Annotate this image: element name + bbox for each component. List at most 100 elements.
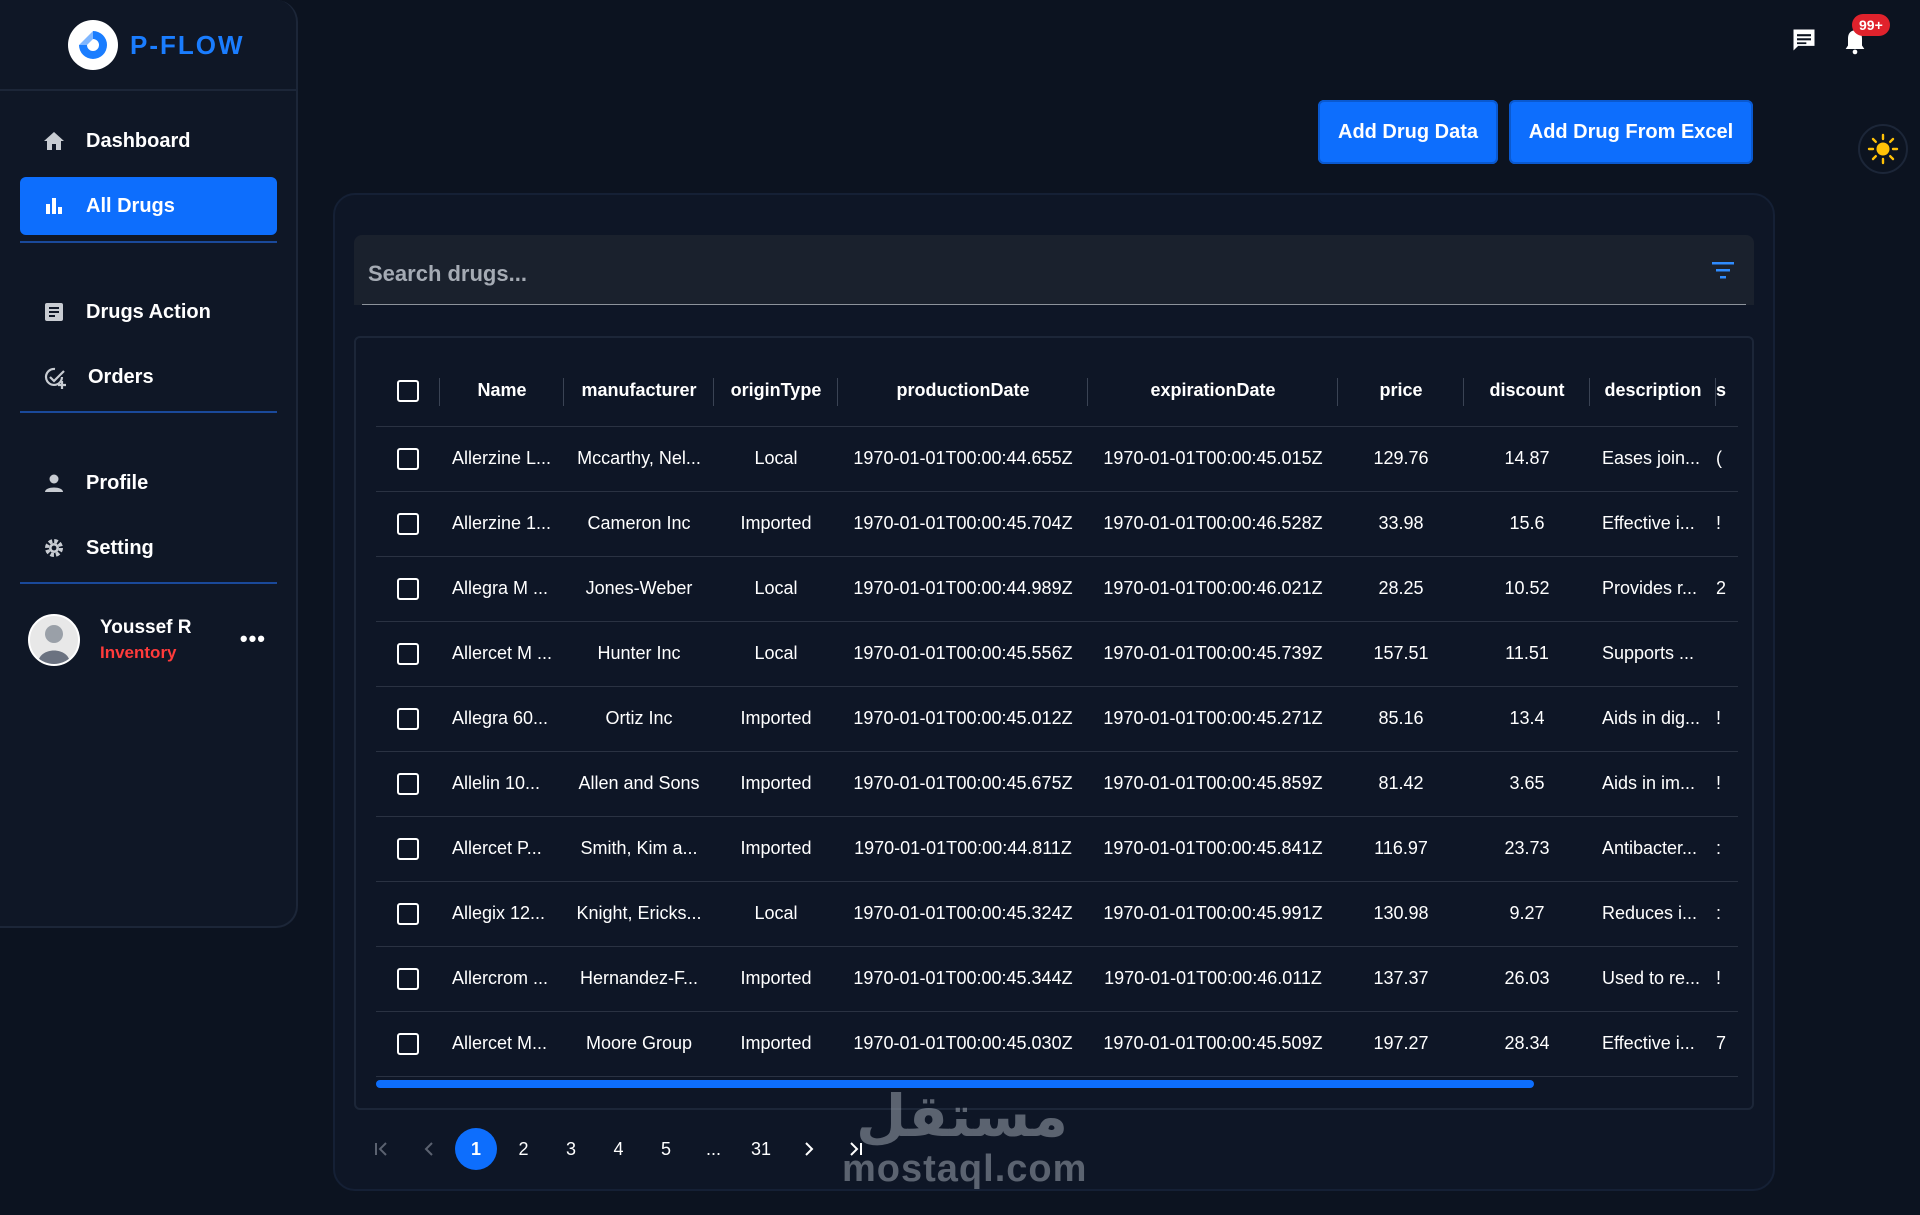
sidebar-item-setting[interactable]: Setting [20, 519, 277, 577]
column-header-origin-type[interactable]: originType [714, 356, 838, 426]
bar-chart-icon [46, 198, 62, 214]
row-checkbox[interactable] [397, 1032, 419, 1055]
column-header-description[interactable]: description [1590, 356, 1716, 426]
sidebar: P-FLOW Dashboard All Drugs Drugs Action … [0, 0, 298, 928]
table-row[interactable]: Allercet M ... Hunter Inc Local 1970-01-01T… [376, 621, 1738, 686]
cell-price: 85.16 [1378, 708, 1424, 728]
cell-truncated: ! [1716, 968, 1722, 988]
table-row[interactable]: Allercrom ... Hernandez-F... Imported 1970-… [376, 946, 1738, 1011]
page-button[interactable]: 31 [740, 1128, 782, 1170]
row-checkbox[interactable] [397, 837, 419, 860]
table-header-row: Name manufacturer originType productionD… [376, 356, 1738, 426]
cell-origin-type: Local [754, 448, 798, 468]
first-page-icon [375, 1142, 387, 1156]
table-row[interactable]: Allegra M ... Jones-Weber Local 1970-01-01T… [376, 556, 1738, 621]
cell-production-date: 1970-01-01T00:00:45.556Z [853, 643, 1073, 663]
cell-name: Allegra 60... [452, 708, 549, 728]
row-select-cell [376, 1011, 440, 1076]
row-select-cell [376, 881, 440, 946]
cell-production-date: 1970-01-01T00:00:45.344Z [853, 968, 1073, 988]
cell-origin-type: Imported [740, 1033, 812, 1054]
cell-truncated: 7 [1716, 1033, 1727, 1054]
add-drug-excel-button[interactable]: Add Drug From Excel [1509, 100, 1753, 164]
page-button[interactable]: 2 [503, 1128, 545, 1170]
cell-description: Aids in im... [1602, 773, 1696, 793]
cell-production-date: 1970-01-01T00:00:45.012Z [853, 708, 1073, 728]
first-page-button[interactable] [360, 1128, 402, 1170]
cell-origin-type: Imported [740, 968, 812, 988]
row-select-cell [376, 686, 440, 751]
row-checkbox[interactable] [397, 512, 419, 535]
cell-description: Effective i... [1602, 1033, 1695, 1054]
sidebar-item-all-drugs[interactable]: All Drugs [20, 177, 277, 235]
row-select-cell [376, 491, 440, 556]
page-button[interactable]: 1 [455, 1128, 497, 1170]
cell-discount: 9.27 [1509, 903, 1545, 923]
table-row[interactable]: Allercet P... Smith, Kim a... Imported 1970… [376, 816, 1738, 881]
row-checkbox[interactable] [397, 902, 419, 925]
search-input[interactable] [368, 257, 1668, 291]
table-row[interactable]: Allercet M... Moore Group Imported 1970-01-… [376, 1011, 1738, 1076]
page-button[interactable]: 4 [598, 1128, 640, 1170]
person-icon [45, 474, 63, 492]
table-row[interactable]: Allegix 12... Knight, Ericks... Local 1970-… [376, 881, 1738, 946]
cell-name: Allercet M ... [452, 643, 553, 663]
horizontal-scrollbar[interactable] [376, 1080, 1534, 1088]
add-drug-data-button[interactable]: Add Drug Data [1318, 100, 1498, 164]
cell-discount: 23.73 [1504, 838, 1550, 858]
prev-page-button[interactable] [408, 1128, 450, 1170]
cell-expiration-date: 1970-01-01T00:00:45.015Z [1103, 448, 1323, 468]
cell-expiration-date: 1970-01-01T00:00:46.011Z [1104, 968, 1322, 988]
theme-toggle[interactable] [1858, 124, 1908, 174]
cell-origin-type: Imported [740, 513, 812, 533]
row-checkbox[interactable] [397, 967, 419, 990]
chat-icon[interactable] [1790, 26, 1818, 54]
next-page-button[interactable] [788, 1128, 830, 1170]
row-checkbox[interactable] [397, 447, 419, 470]
home-icon [44, 132, 64, 150]
row-checkbox[interactable] [397, 772, 419, 795]
filter-icon[interactable] [1710, 259, 1736, 281]
column-header-price[interactable]: price [1338, 356, 1464, 426]
nav-separator [20, 241, 277, 243]
cell-expiration-date: 1970-01-01T00:00:45.271Z [1103, 708, 1323, 728]
app-logo[interactable]: P-FLOW [68, 20, 245, 70]
sidebar-item-drugs-action[interactable]: Drugs Action [20, 283, 277, 341]
last-page-button[interactable] [835, 1128, 877, 1170]
page-button[interactable]: 3 [550, 1128, 592, 1170]
row-checkbox[interactable] [397, 707, 419, 730]
cell-origin-type: Imported [740, 773, 812, 793]
sidebar-item-orders[interactable]: Orders [20, 348, 277, 406]
column-header-manufacturer[interactable]: manufacturer [564, 356, 714, 426]
table-row[interactable]: Allerzine 1... Cameron Inc Imported 1970-01… [376, 491, 1738, 556]
row-checkbox[interactable] [397, 577, 419, 600]
cell-discount: 10.52 [1504, 578, 1550, 598]
table-row[interactable]: Allegra 60... Ortiz Inc Imported 1970-01-01… [376, 686, 1738, 751]
cell-truncated: ! [1716, 708, 1722, 728]
cell-truncated: ( [1716, 448, 1722, 468]
avatar[interactable] [28, 614, 80, 666]
cell-name: Allelin 10... [452, 773, 541, 793]
sidebar-item-label: Profile [86, 471, 149, 494]
table-row[interactable]: Allerzine L... Mccarthy, Nel... Local 1970-… [376, 426, 1738, 491]
page-button[interactable]: 5 [645, 1128, 687, 1170]
column-header-production-date[interactable]: productionDate [838, 356, 1088, 426]
cell-truncated: ! [1716, 773, 1722, 793]
table-row[interactable]: Allelin 10... Allen and Sons Imported 1970-… [376, 751, 1738, 816]
cell-description: Antibacter... [1602, 838, 1698, 858]
user-more-button[interactable]: ••• [240, 626, 266, 652]
sidebar-item-profile[interactable]: Profile [20, 454, 277, 512]
cell-discount: 3.65 [1509, 773, 1545, 793]
cell-name: Allerzine 1... [452, 513, 552, 533]
column-header-truncated[interactable]: s [1716, 356, 1738, 426]
column-header-discount[interactable]: discount [1464, 356, 1590, 426]
select-all-checkbox[interactable] [397, 379, 419, 402]
column-header-name[interactable]: Name [440, 356, 564, 426]
cell-manufacturer: Cameron Inc [587, 513, 691, 533]
sidebar-item-dashboard[interactable]: Dashboard [20, 112, 277, 170]
search-underline [362, 304, 1746, 305]
cell-manufacturer: Hernandez-F... [579, 968, 699, 988]
column-header-expiration-date[interactable]: expirationDate [1088, 356, 1338, 426]
row-checkbox[interactable] [397, 642, 419, 665]
user-card: Youssef R Inventory ••• [28, 612, 278, 668]
